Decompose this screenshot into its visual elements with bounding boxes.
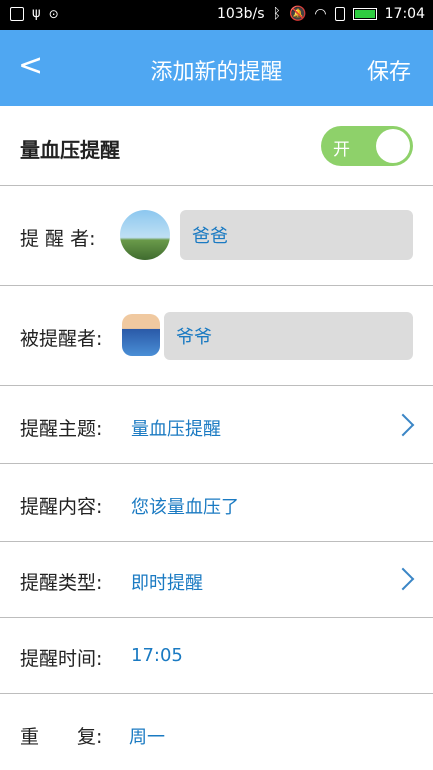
chevron-right-icon (391, 567, 415, 591)
content-row[interactable]: 提醒内容: 您该量血压了 (0, 464, 433, 542)
repeat-value: 周一 (129, 727, 165, 748)
time-row[interactable]: 提醒时间: 17:05 (0, 618, 433, 694)
avatar (122, 314, 160, 356)
reminded-field[interactable]: 爷爷 (164, 312, 413, 360)
subject-label: 提醒主题: (20, 418, 103, 440)
subject-row[interactable]: 提醒主题: 量血压提醒 (0, 386, 433, 464)
time-value: 17:05 (131, 645, 183, 666)
network-speed: 103b/s (216, 6, 265, 22)
content-value: 您该量血压了 (131, 497, 239, 518)
image-icon (10, 6, 24, 21)
save-button[interactable]: 保存 (367, 54, 411, 86)
reminder-by-row: 提 醒 者: 爸爸 (0, 186, 433, 286)
reminder-toggle[interactable]: 开 (321, 126, 413, 166)
mute-icon: 🔕 (288, 6, 307, 22)
status-bar: ψ ⊙ 103b/s ᛒ 🔕 ◠ 17:04 (0, 0, 433, 30)
reminder-by-label: 提 醒 者: (20, 228, 96, 250)
more-icon: ⊙ (48, 6, 59, 21)
wifi-icon: ◠ (314, 6, 327, 22)
app-header: < 添加新的提醒 保存 (0, 30, 433, 106)
reminded-label: 被提醒者: (20, 328, 103, 350)
chevron-right-icon (391, 413, 415, 437)
usb-icon: ψ (32, 6, 41, 21)
repeat-label: 重 复: (20, 726, 103, 748)
subject-value: 量血压提醒 (131, 419, 221, 440)
reminder-by-field[interactable]: 爸爸 (180, 210, 413, 260)
type-label: 提醒类型: (20, 572, 103, 594)
toggle-row-label: 量血压提醒 (20, 138, 120, 162)
sim-icon (334, 7, 345, 21)
toggle-knob (376, 129, 410, 163)
type-value: 即时提醒 (131, 573, 203, 594)
avatar (120, 210, 170, 260)
content-label: 提醒内容: (20, 496, 103, 518)
bluetooth-icon: ᛒ (272, 6, 281, 22)
repeat-row[interactable]: 重 复: 周一 (0, 694, 433, 770)
reminded-row: 被提醒者: 爷爷 (0, 286, 433, 386)
battery-icon (352, 8, 377, 20)
type-row[interactable]: 提醒类型: 即时提醒 (0, 542, 433, 618)
time-label: 提醒时间: (20, 648, 103, 670)
toggle-label: 开 (333, 140, 350, 160)
toggle-row: 量血压提醒 开 (0, 106, 433, 186)
status-time: 17:04 (384, 6, 425, 22)
